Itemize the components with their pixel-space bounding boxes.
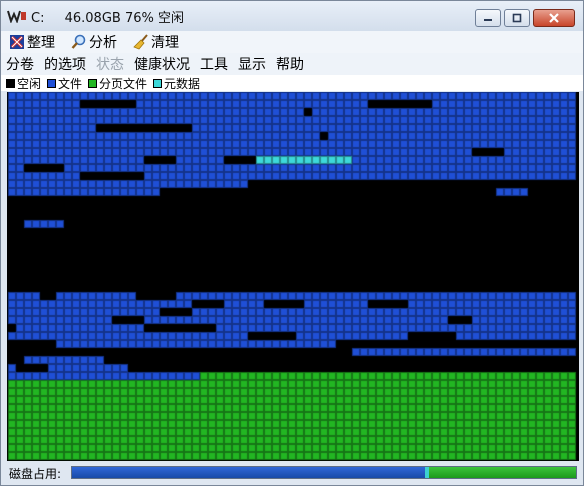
analyze-label: 分析	[89, 35, 117, 51]
close-icon	[549, 13, 559, 23]
legend-free-label: 空闲	[17, 76, 42, 91]
disk-usage-used	[72, 467, 425, 478]
defrag-label: 整理	[27, 35, 55, 51]
minimize-button[interactable]	[475, 9, 501, 27]
menu-tools[interactable]: 工具	[195, 54, 233, 74]
menu-status: 状态	[96, 57, 124, 73]
menu-options[interactable]: 的选项	[39, 54, 91, 74]
menu-health[interactable]: 健康状况	[129, 54, 195, 74]
menu-bar: 分卷 的选项 状态 健康状况 工具 显示 帮助	[1, 53, 583, 75]
maximize-button[interactable]	[504, 9, 530, 27]
cluster-map-canvas[interactable]	[7, 92, 579, 461]
defrag-button[interactable]: 整理	[9, 32, 55, 52]
toolbar: 整理 分析 清理	[1, 31, 583, 53]
legend-file: 文件	[47, 75, 82, 92]
disk-usage-label: 磁盘占用:	[9, 467, 62, 481]
legend-pagefile: 分页文件	[88, 75, 147, 92]
defrag-icon	[10, 35, 24, 49]
broom-icon	[133, 34, 148, 50]
magnifier-icon	[71, 34, 86, 49]
cleanup-label: 清理	[151, 35, 179, 51]
menu-volume[interactable]: 分卷	[1, 54, 39, 74]
app-icon	[7, 10, 26, 23]
legend-metadata-swatch	[153, 78, 163, 88]
status-bar: 磁盘占用:	[1, 462, 583, 485]
defrag-window: C: 46.08GB 76% 空闲 整理 分析 清理 分卷 的选项 状态 健康状…	[0, 0, 584, 486]
drive-letter: C:	[31, 11, 45, 26]
minimize-icon	[484, 19, 492, 21]
caption-buttons	[472, 9, 575, 27]
disk-usage-free	[428, 467, 576, 478]
maximize-icon	[512, 13, 522, 23]
menu-view[interactable]: 显示	[233, 54, 271, 74]
legend-free-swatch	[6, 78, 15, 88]
drive-summary: 46.08GB 76% 空闲	[64, 11, 184, 26]
analyze-button[interactable]: 分析	[71, 32, 117, 52]
legend-pagefile-label: 分页文件	[99, 76, 148, 91]
close-button[interactable]	[533, 9, 575, 27]
disk-cluster-map[interactable]	[7, 92, 579, 461]
disk-usage-bar	[71, 466, 577, 479]
legend-free: 空闲	[6, 75, 41, 92]
legend-metadata-label: 元数据	[164, 76, 201, 91]
legend-metadata: 元数据	[153, 75, 200, 92]
legend: 空闲 文件 分页文件 元数据	[1, 75, 583, 91]
window-title: C: 46.08GB 76% 空闲	[31, 7, 184, 26]
title-bar[interactable]: C: 46.08GB 76% 空闲	[1, 1, 583, 31]
cleanup-button[interactable]: 清理	[133, 32, 179, 52]
legend-pagefile-swatch	[88, 78, 98, 88]
legend-file-label: 文件	[58, 76, 83, 91]
legend-file-swatch	[47, 78, 57, 88]
menu-help[interactable]: 帮助	[271, 54, 309, 74]
